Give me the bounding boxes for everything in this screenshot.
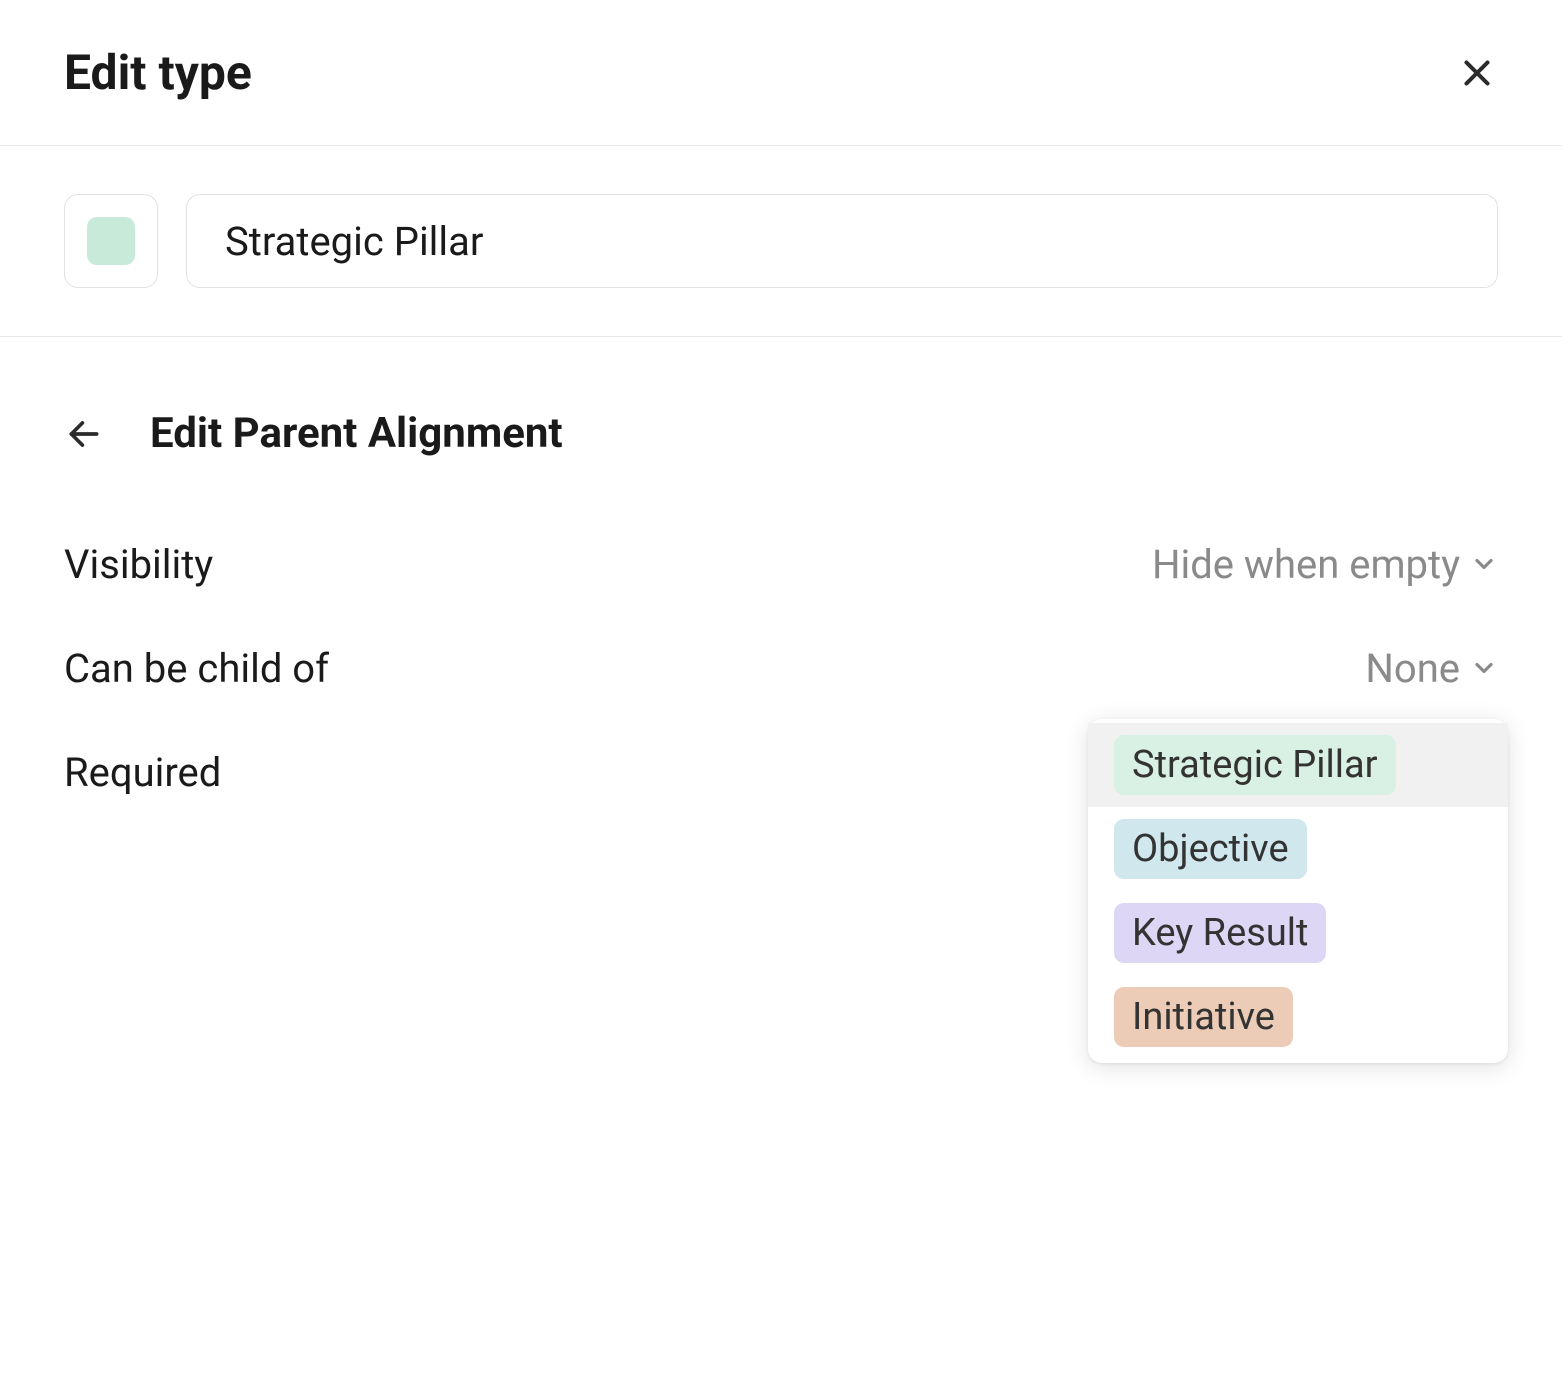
visibility-value: Hide when empty: [1152, 541, 1460, 588]
dropdown-item-badge: Initiative: [1114, 987, 1293, 1047]
visibility-dropdown[interactable]: Hide when empty: [1152, 541, 1498, 588]
close-icon: [1459, 55, 1495, 91]
dropdown-item[interactable]: Key Result: [1088, 891, 1508, 975]
child-of-value: None: [1365, 645, 1460, 692]
dropdown-item[interactable]: Initiative: [1088, 975, 1508, 1059]
modal-title: Edit type: [64, 44, 252, 101]
child-of-dropdown[interactable]: None: [1365, 645, 1498, 692]
back-button[interactable]: [64, 414, 104, 454]
dropdown-item[interactable]: Strategic Pillar: [1088, 723, 1508, 807]
type-name-input[interactable]: [186, 194, 1498, 288]
modal-content: Edit Parent Alignment Visibility Hide wh…: [0, 337, 1562, 866]
chevron-down-icon: [1470, 550, 1498, 578]
dropdown-item-badge: Key Result: [1114, 903, 1326, 963]
close-button[interactable]: [1456, 52, 1498, 94]
section-header: Edit Parent Alignment: [64, 409, 1498, 458]
dropdown-item[interactable]: Objective: [1088, 807, 1508, 891]
dropdown-item-badge: Objective: [1114, 819, 1307, 879]
setting-label-visibility: Visibility: [64, 541, 213, 588]
setting-row-child-of: Can be child of None Strategic PillarObj…: [64, 638, 1498, 698]
section-title: Edit Parent Alignment: [150, 409, 563, 458]
setting-label-required: Required: [64, 749, 221, 796]
type-name-row: [0, 146, 1562, 337]
child-of-dropdown-wrapper: None Strategic PillarObjectiveKey Result…: [1365, 645, 1498, 692]
child-of-dropdown-menu: Strategic Pillar Objective Key Result Initi…: [1088, 719, 1508, 1063]
type-color-button[interactable]: [64, 194, 158, 288]
modal-header: Edit type: [0, 0, 1562, 146]
type-color-swatch: [87, 217, 135, 265]
arrow-left-icon: [65, 415, 103, 453]
setting-row-visibility: Visibility Hide when empty: [64, 534, 1498, 594]
dropdown-item-badge: Strategic Pillar: [1114, 735, 1396, 795]
setting-label-child-of: Can be child of: [64, 645, 329, 692]
chevron-down-icon: [1470, 654, 1498, 682]
